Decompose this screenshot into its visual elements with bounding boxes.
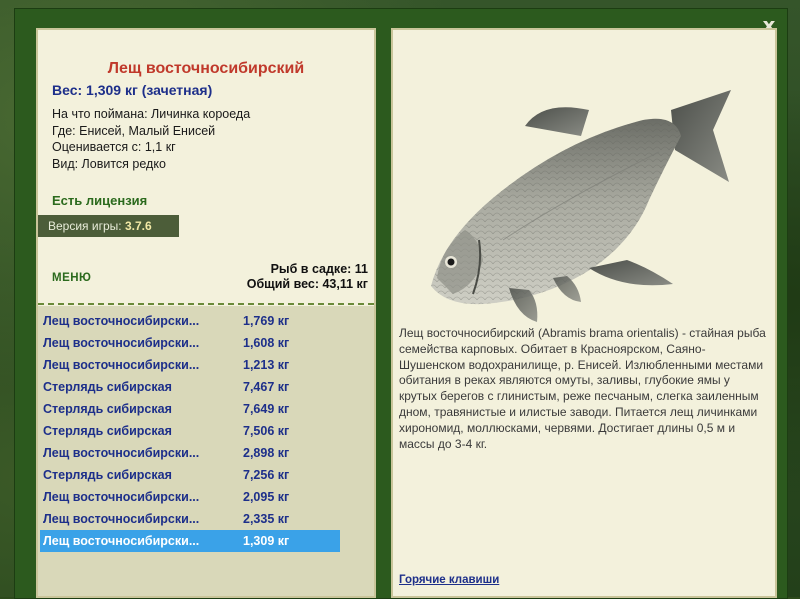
catch-item-weight: 7,467 кг [243, 380, 290, 394]
info-min-weight: Оценивается с: 1,1 кг [52, 140, 176, 154]
catch-list-item[interactable]: Стерлядь сибирская 7,506 кг [40, 420, 340, 442]
catch-item-weight: 2,095 кг [243, 490, 290, 504]
catch-item-name: Лещ восточносибирски... [43, 358, 200, 372]
catch-item-weight: 1,769 кг [243, 314, 290, 328]
menu-button[interactable]: МЕНЮ [52, 272, 91, 284]
catch-item-name: Лещ восточносибирски... [43, 490, 200, 504]
catch-list-item[interactable]: Стерлядь сибирская 7,256 кг [40, 464, 340, 486]
catch-item-weight: 7,649 кг [243, 402, 290, 416]
game-version: Версия игры: 3.7.6 [38, 215, 179, 237]
keepnet-count: Рыб в садке: 11 [270, 262, 368, 276]
catch-item-name: Лещ восточносибирски... [43, 336, 200, 350]
catch-item-weight: 7,256 кг [243, 468, 290, 482]
catch-item-name: Лещ восточносибирски... [43, 534, 200, 548]
info-bait: На что поймана: Личинка короеда [52, 107, 251, 121]
catch-list-item[interactable]: Лещ восточносибирски... 1,309 кг [40, 530, 340, 552]
catch-item-name: Лещ восточносибирски... [43, 314, 200, 328]
catch-item-name: Лещ восточносибирски... [43, 446, 200, 460]
catch-item-weight: 1,608 кг [243, 336, 290, 350]
left-panel: Лещ восточносибирский Вес: 1,309 кг (зач… [36, 28, 376, 598]
catch-item-name: Стерлядь сибирская [43, 468, 172, 482]
info-species-rarity: Вид: Ловится редко [52, 156, 166, 171]
fish-title: Лещ восточносибирский [107, 60, 305, 77]
catch-item-weight: 2,335 кг [243, 512, 290, 526]
catch-list-area: Лещ восточносибирски... 1,769 кг Лещ восто… [38, 306, 374, 596]
catch-item-weight: 1,213 кг [243, 358, 290, 372]
catch-list-item[interactable]: Стерлядь сибирская 7,467 кг [40, 376, 340, 398]
right-panel: Лещ восточносибирский (Abramis brama ori… [391, 28, 777, 598]
divider [38, 303, 374, 305]
catch-item-weight: 7,506 кг [243, 424, 290, 438]
version-value: 3.7.6 [124, 219, 152, 233]
catch-item-name: Лещ восточносибирски... [43, 512, 200, 526]
keepnet-summary: Рыб в садке: 11 Общий вес: 43,11 кг [247, 262, 368, 292]
catch-list-item[interactable]: Стерлядь сибирская 7,649 кг [40, 398, 340, 420]
catch-list-item[interactable]: Лещ восточносибирски... 2,095 кг [40, 486, 340, 508]
catch-list: Лещ восточносибирски... 1,769 кг Лещ восто… [40, 310, 340, 552]
info-location: Где: Енисей, Малый Енисей [52, 123, 216, 138]
fish-info-list: На что поймана: Личинка короеда Где: Ени… [52, 106, 250, 172]
keepnet-total-weight: Общий вес: 43,11 кг [246, 277, 368, 291]
catch-item-name: Стерлядь сибирская [43, 402, 172, 416]
fish-description: Лещ восточносибирский (Abramis brama ori… [399, 326, 766, 451]
fish-image [431, 90, 731, 322]
license-status: Есть лицензия [52, 193, 148, 208]
catch-item-name: Стерлядь сибирская [43, 380, 172, 394]
catch-item-name: Стерлядь сибирская [43, 424, 172, 438]
version-label: Версия игры: [48, 219, 125, 233]
catch-item-weight: 2,898 кг [243, 446, 290, 460]
catch-list-item[interactable]: Лещ восточносибирски... 2,898 кг [40, 442, 340, 464]
hotkeys-link[interactable]: Горячие клавиши [399, 574, 499, 586]
catch-list-item[interactable]: Лещ восточносибирски... 1,608 кг [40, 332, 340, 354]
catch-list-item[interactable]: Лещ восточносибирски... 2,335 кг [40, 508, 340, 530]
fish-weight: Вес: 1,309 кг (зачетная) [52, 82, 213, 98]
catch-list-item[interactable]: Лещ восточносибирски... 1,769 кг [40, 310, 340, 332]
catch-item-weight: 1,309 кг [243, 534, 290, 548]
catch-list-item[interactable]: Лещ восточносибирски... 1,213 кг [40, 354, 340, 376]
fish-info-window: x Лещ восточносибирский Вес: 1,309 кг (з… [14, 8, 788, 599]
